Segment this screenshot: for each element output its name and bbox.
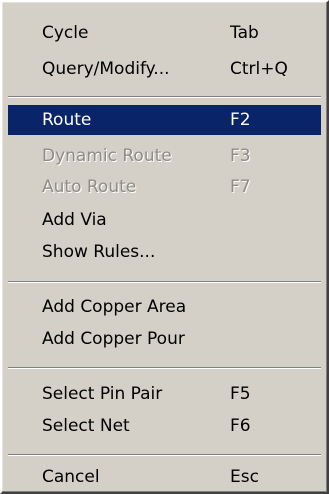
menu-item-shortcut: F2	[230, 110, 251, 130]
menu-item-label: Show Rules...	[42, 242, 156, 262]
menu-item-shortcut: Esc	[230, 467, 259, 487]
menu-item-label: Dynamic Route	[42, 146, 172, 166]
menu-item-label: Select Net	[42, 416, 130, 436]
menu-item-label: Cancel	[42, 467, 100, 487]
menu-item-show-rules[interactable]: Show Rules...	[8, 237, 321, 267]
menu-item-shortcut: F6	[230, 416, 251, 436]
menu-item-label: Add Via	[42, 210, 107, 230]
menu-item-add-copper-area[interactable]: Add Copper Area	[8, 292, 321, 322]
menu-item-shortcut: F7	[230, 177, 251, 197]
context-menu: Cycle Tab Query/Modify... Ctrl+Q Route F…	[0, 0, 329, 494]
menu-item-dynamic-route: Dynamic Route F3	[8, 141, 321, 171]
menu-item-add-copper-pour[interactable]: Add Copper Pour	[8, 324, 321, 354]
menu-item-label: Cycle	[42, 23, 89, 43]
menu-item-label: Query/Modify...	[42, 59, 170, 79]
menu-item-label: Add Copper Area	[42, 297, 187, 317]
menu-item-add-via[interactable]: Add Via	[8, 205, 321, 235]
menu-item-shortcut: Tab	[230, 23, 259, 43]
menu-item-label: Select Pin Pair	[42, 384, 163, 404]
menu-item-label: Auto Route	[42, 177, 137, 197]
menu-item-label: Route	[42, 110, 92, 130]
menu-separator	[8, 281, 321, 283]
menu-item-shortcut: F3	[230, 146, 251, 166]
menu-item-cycle[interactable]: Cycle Tab	[8, 18, 321, 48]
menu-item-shortcut: Ctrl+Q	[230, 59, 288, 79]
menu-item-query-modify[interactable]: Query/Modify... Ctrl+Q	[8, 54, 321, 84]
menu-item-route[interactable]: Route F2	[8, 105, 321, 135]
menu-separator	[8, 454, 321, 456]
menu-item-select-pin-pair[interactable]: Select Pin Pair F5	[8, 379, 321, 409]
menu-item-select-net[interactable]: Select Net F6	[8, 411, 321, 441]
menu-item-cancel[interactable]: Cancel Esc	[8, 462, 321, 492]
menu-separator	[8, 96, 321, 98]
menu-item-label: Add Copper Pour	[42, 329, 185, 349]
menu-item-auto-route: Auto Route F7	[8, 172, 321, 202]
menu-item-shortcut: F5	[230, 384, 251, 404]
menu-separator	[8, 367, 321, 369]
